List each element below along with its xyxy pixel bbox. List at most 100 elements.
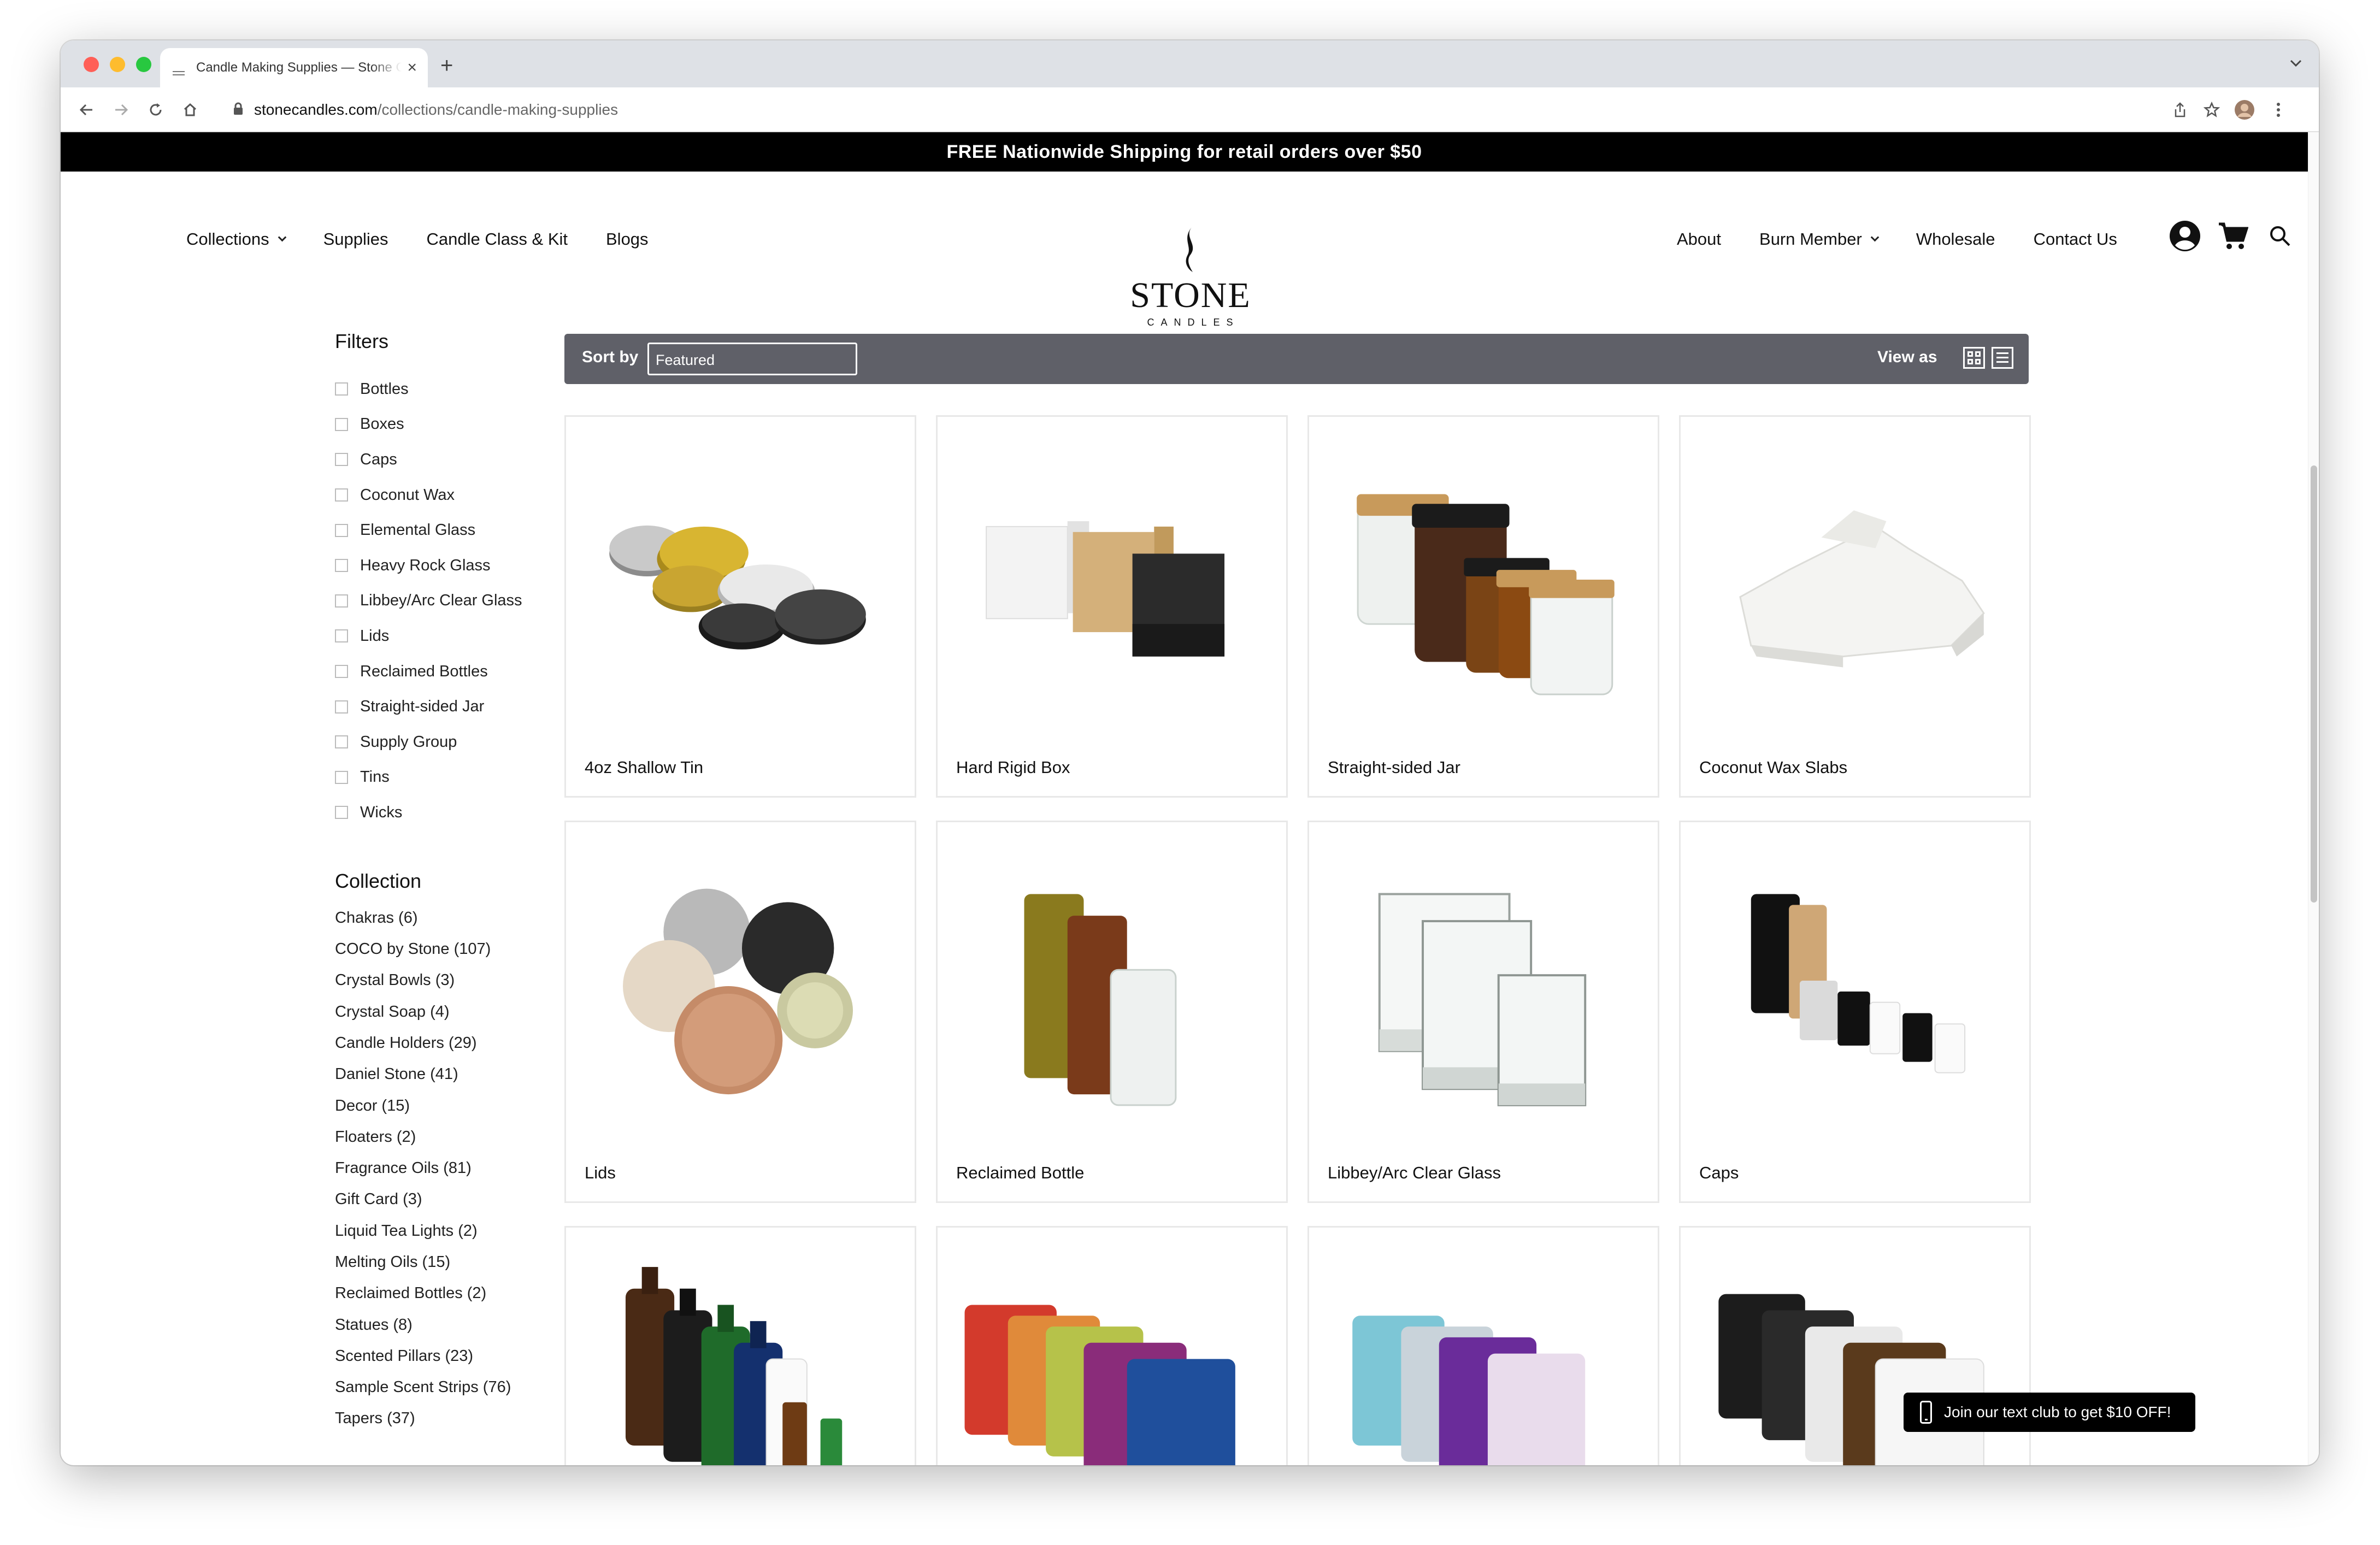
bookmark-star-icon[interactable] xyxy=(2201,99,2222,120)
product-image-bottles xyxy=(1024,894,1177,1106)
scrollbar-thumb[interactable] xyxy=(2311,465,2317,903)
product-card[interactable]: Hard Rigid Box xyxy=(936,415,1288,798)
collection-link[interactable]: Sample Scent Strips (76) xyxy=(335,1378,564,1410)
product-title[interactable]: Straight-sided Jar xyxy=(1328,758,1460,777)
tab-close-icon[interactable]: × xyxy=(407,60,417,76)
nav-item-wholesale[interactable]: Wholesale xyxy=(1916,229,1995,249)
collection-link[interactable]: Statues (8) xyxy=(335,1316,564,1347)
product-card[interactable]: Libbey/Arc Clear Glass xyxy=(1307,821,1659,1203)
site-logo[interactable]: STONE CANDLES xyxy=(1125,226,1256,328)
new-tab-button[interactable]: + xyxy=(440,55,453,76)
filter-option[interactable]: Coconut Wax xyxy=(335,477,564,513)
product-title[interactable]: Coconut Wax Slabs xyxy=(1699,758,1847,777)
collection-link[interactable]: Floaters (2) xyxy=(335,1128,564,1159)
checkbox[interactable] xyxy=(335,594,348,608)
back-icon[interactable] xyxy=(76,99,97,120)
filter-option[interactable]: Wicks xyxy=(335,795,564,830)
product-title[interactable]: Libbey/Arc Clear Glass xyxy=(1328,1163,1501,1183)
filter-option[interactable]: Tins xyxy=(335,760,564,795)
collection-link[interactable]: Tapers (37) xyxy=(335,1410,564,1441)
checkbox[interactable] xyxy=(335,629,348,643)
nav-item-candle-class[interactable]: Candle Class & Kit xyxy=(427,229,568,249)
product-title[interactable]: Caps xyxy=(1699,1163,1739,1183)
product-card[interactable] xyxy=(1307,1226,1659,1465)
tab-title: Candle Making Supplies — Stone Candles xyxy=(196,60,402,75)
minimize-window-button[interactable] xyxy=(110,57,125,72)
filter-option[interactable]: Supply Group xyxy=(335,724,564,760)
filter-option[interactable]: Elemental Glass xyxy=(335,512,564,548)
product-card[interactable]: Straight-sided Jar xyxy=(1307,415,1659,798)
collection-link[interactable]: Decor (15) xyxy=(335,1097,564,1128)
checkbox[interactable] xyxy=(335,735,348,749)
product-title[interactable]: Lids xyxy=(585,1163,616,1183)
forward-icon[interactable] xyxy=(111,99,132,120)
collection-link[interactable]: Gift Card (3) xyxy=(335,1190,564,1222)
collection-link[interactable]: COCO by Stone (107) xyxy=(335,940,564,971)
collection-link[interactable]: Candle Holders (29) xyxy=(335,1034,564,1065)
collection-link[interactable]: Scented Pillars (23) xyxy=(335,1347,564,1378)
nav-item-burn-member[interactable]: Burn Member xyxy=(1759,229,1880,249)
browser-tab[interactable]: Candle Making Supplies — Stone Candles × xyxy=(160,48,428,87)
filter-option[interactable]: Reclaimed Bottles xyxy=(335,654,564,689)
product-card[interactable] xyxy=(936,1226,1288,1465)
cart-icon[interactable] xyxy=(2218,222,2249,253)
collection-link[interactable]: Chakras (6) xyxy=(335,909,564,940)
checkbox[interactable] xyxy=(335,559,348,573)
home-icon[interactable] xyxy=(180,99,201,120)
checkbox[interactable] xyxy=(335,488,348,502)
filter-option[interactable]: Bottles xyxy=(335,371,564,407)
checkbox[interactable] xyxy=(335,665,348,679)
product-card[interactable]: 4oz Shallow Tin xyxy=(564,415,916,798)
product-card[interactable]: Reclaimed Bottle xyxy=(936,821,1288,1203)
grid-view-icon[interactable] xyxy=(1963,347,1985,369)
checkbox[interactable] xyxy=(335,523,348,537)
phone-icon xyxy=(1920,1401,1932,1424)
list-view-icon[interactable] xyxy=(1992,347,2013,369)
zoom-window-button[interactable] xyxy=(136,57,151,72)
checkbox[interactable] xyxy=(335,770,348,784)
collection-link[interactable]: Daniel Stone (41) xyxy=(335,1065,564,1096)
checkbox[interactable] xyxy=(335,700,348,713)
profile-avatar[interactable] xyxy=(2234,99,2255,120)
filter-option[interactable]: Boxes xyxy=(335,407,564,443)
collection-link[interactable]: Fragrance Oils (81) xyxy=(335,1159,564,1190)
sort-select[interactable]: Featured xyxy=(647,343,857,375)
filter-option[interactable]: Caps xyxy=(335,442,564,477)
browser-menu-icon[interactable] xyxy=(2268,99,2289,120)
nav-item-blogs[interactable]: Blogs xyxy=(606,229,649,249)
account-icon[interactable] xyxy=(2169,220,2201,255)
collection-link[interactable]: Crystal Soap (4) xyxy=(335,1003,564,1034)
nav-item-about[interactable]: About xyxy=(1677,229,1721,249)
checkbox[interactable] xyxy=(335,806,348,819)
checkbox[interactable] xyxy=(335,417,348,431)
collection-link[interactable]: Liquid Tea Lights (2) xyxy=(335,1222,564,1253)
nav-item-supplies[interactable]: Supplies xyxy=(323,229,388,249)
nav-item-collections[interactable]: Collections xyxy=(186,229,286,249)
collection-link[interactable]: Crystal Bowls (3) xyxy=(335,971,564,1003)
product-title[interactable]: 4oz Shallow Tin xyxy=(585,758,703,777)
filter-option[interactable]: Straight-sided Jar xyxy=(335,689,564,724)
tab-search-icon[interactable] xyxy=(2289,59,2302,70)
page-scrollbar[interactable] xyxy=(2308,132,2319,1465)
text-club-button[interactable]: Join our text club to get $10 OFF! xyxy=(1904,1393,2195,1432)
nav-item-contact[interactable]: Contact Us xyxy=(2034,229,2117,249)
filter-option[interactable]: Libbey/Arc Clear Glass xyxy=(335,583,564,619)
share-icon[interactable] xyxy=(2170,99,2190,120)
filter-option[interactable]: Lids xyxy=(335,618,564,654)
checkbox[interactable] xyxy=(335,382,348,396)
search-icon[interactable] xyxy=(2269,225,2291,250)
product-card[interactable]: Caps xyxy=(1679,821,2031,1203)
tab-strip: Candle Making Supplies — Stone Candles ×… xyxy=(61,40,2319,87)
reload-icon[interactable] xyxy=(145,99,166,120)
product-card[interactable]: Lids xyxy=(564,821,916,1203)
product-title[interactable]: Reclaimed Bottle xyxy=(956,1163,1084,1183)
product-card[interactable] xyxy=(564,1226,916,1465)
collection-link[interactable]: Reclaimed Bottles (2) xyxy=(335,1284,564,1316)
close-window-button[interactable] xyxy=(84,57,99,72)
filter-option[interactable]: Heavy Rock Glass xyxy=(335,548,564,583)
product-title[interactable]: Hard Rigid Box xyxy=(956,758,1070,777)
checkbox[interactable] xyxy=(335,453,348,467)
collection-link[interactable]: Melting Oils (15) xyxy=(335,1253,564,1284)
address-bar[interactable]: stonecandles.com/collections/candle-maki… xyxy=(216,94,2213,126)
product-card[interactable]: Coconut Wax Slabs xyxy=(1679,415,2031,798)
